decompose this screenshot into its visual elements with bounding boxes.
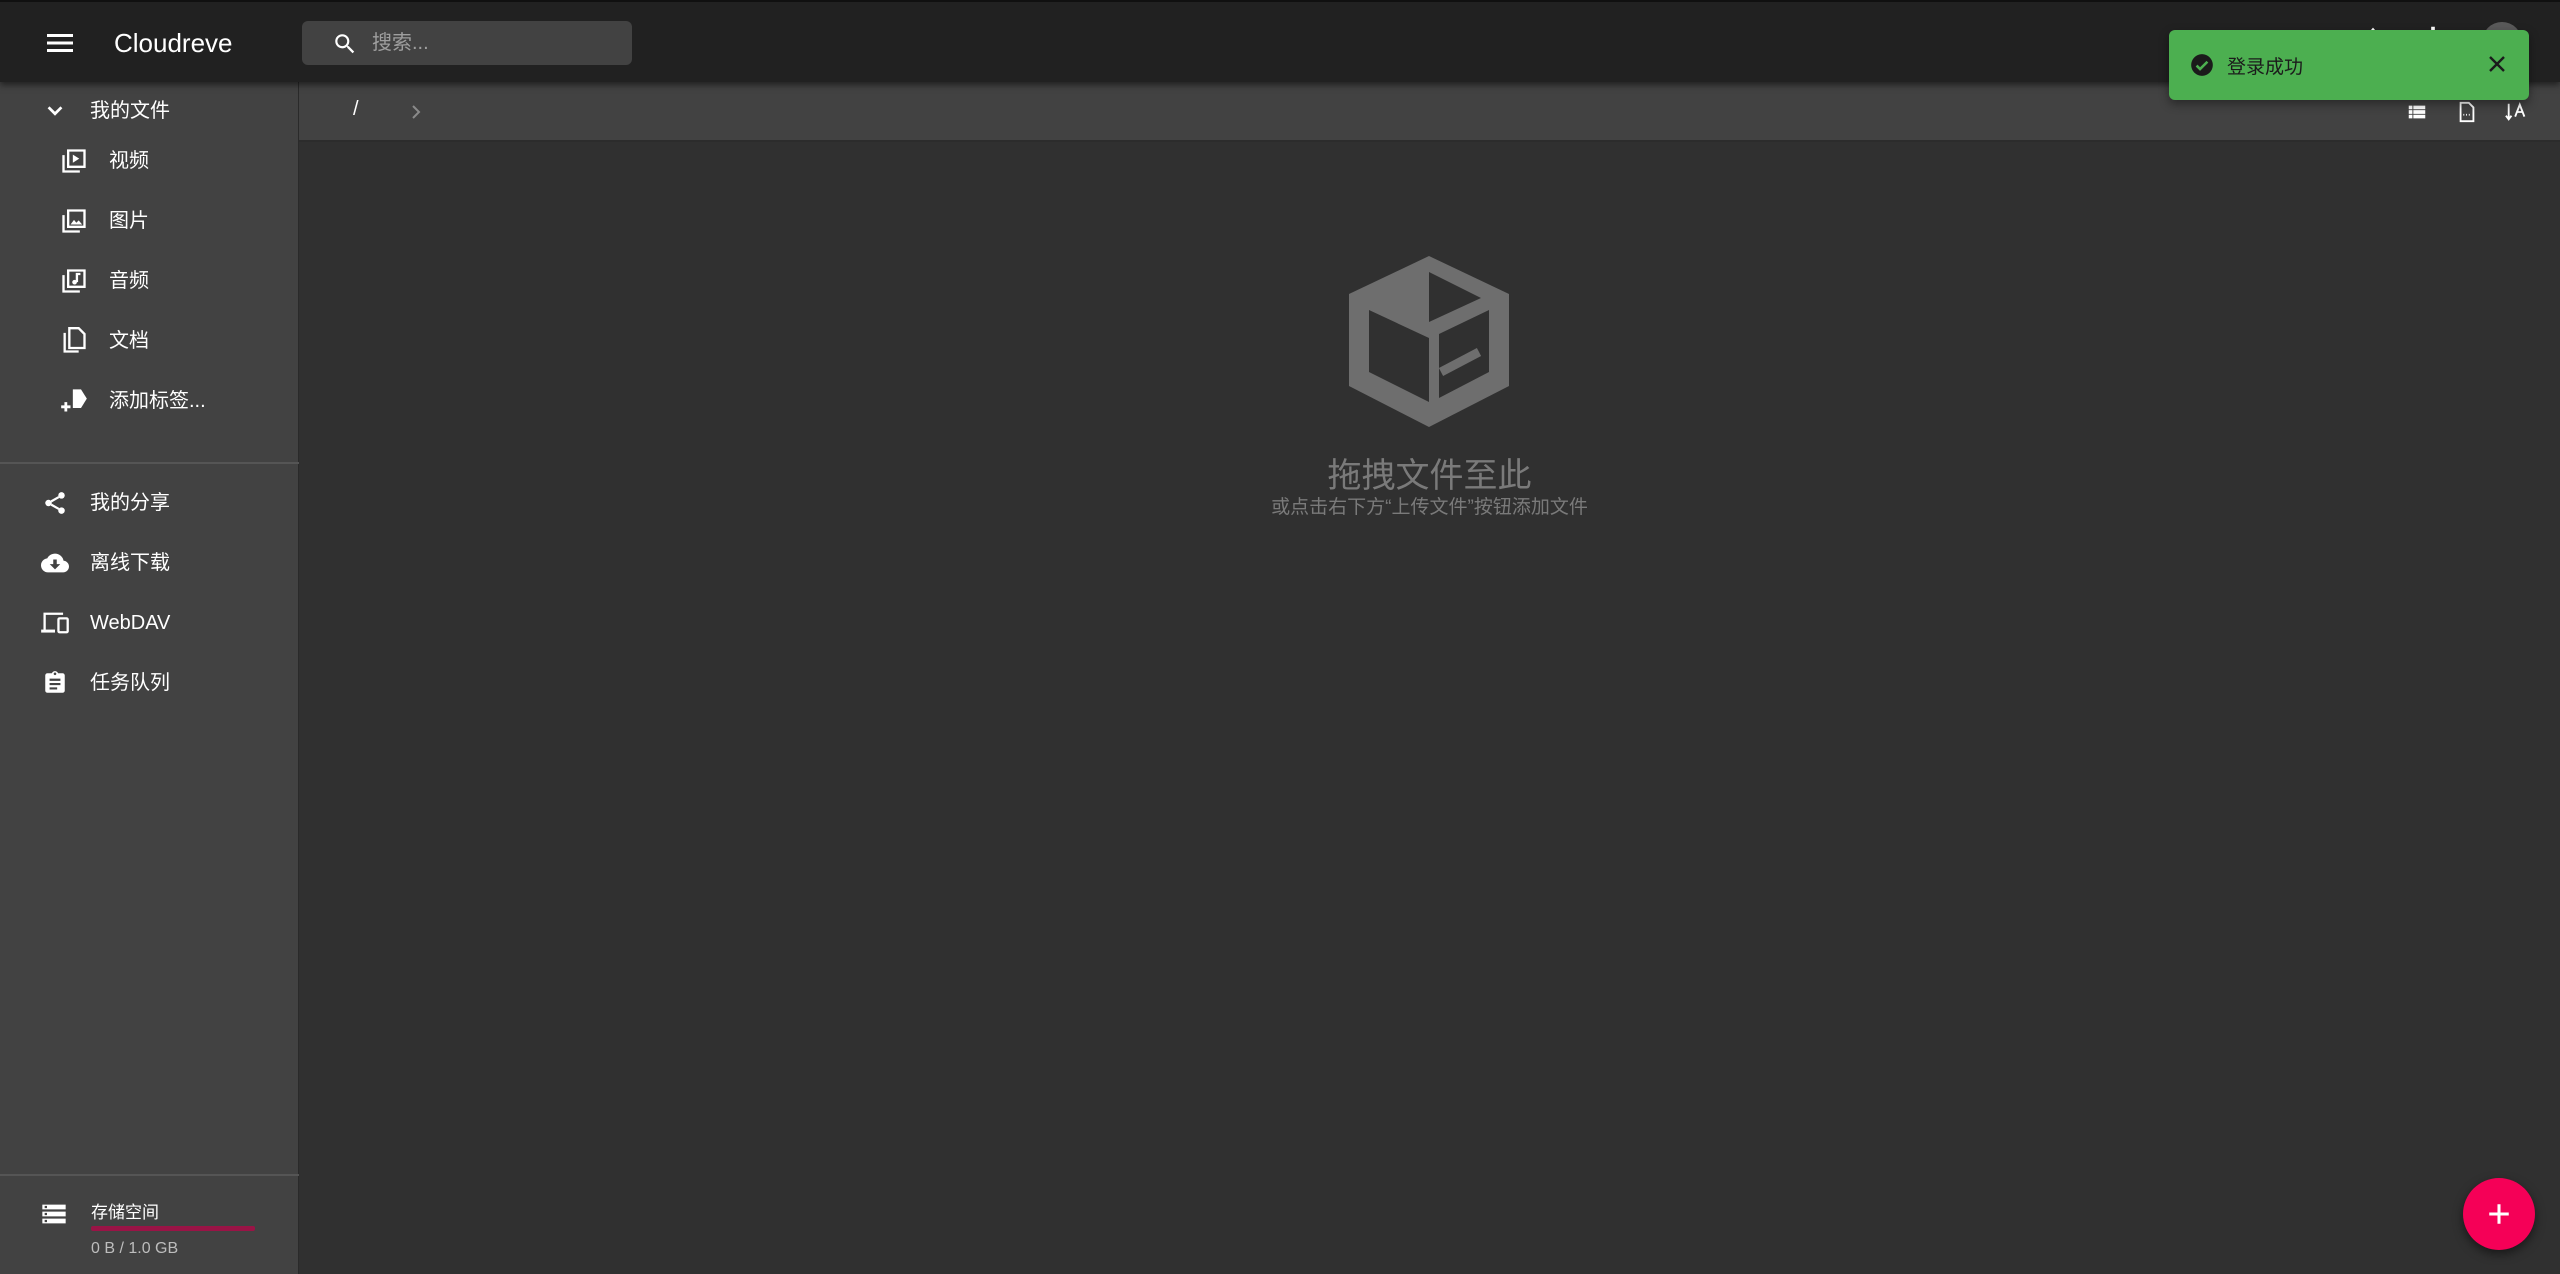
sidebar-item-audio[interactable]: 音频 (0, 252, 299, 310)
sidebar-item-label: WebDAV (90, 612, 171, 634)
add-upload-fab[interactable] (2463, 1178, 2535, 1250)
storage-usage: 0 B / 1.0 GB (91, 1240, 179, 1257)
share-icon (40, 488, 70, 518)
file-details-icon (2459, 101, 2475, 123)
file-info-button[interactable] (2452, 97, 2482, 127)
sidebar-item-documents[interactable]: 文档 (0, 312, 299, 370)
assignment-icon (40, 668, 70, 698)
sidebar-item-label: 视频 (109, 150, 149, 172)
devices-icon (40, 608, 70, 638)
search-input[interactable] (372, 21, 622, 65)
sidebar-item-label: 离线下载 (90, 552, 170, 574)
empty-state-headline: 拖拽文件至此 (1327, 457, 1532, 495)
file-area[interactable]: 拖拽文件至此 或点击右下方“上传文件”按钮添加文件 (299, 142, 2560, 1274)
sidebar-divider (0, 462, 299, 464)
sidebar-item-my-shares[interactable]: 我的分享 (0, 474, 299, 532)
storage-panel[interactable]: 存储空间 0 B / 1.0 GB (0, 1174, 299, 1274)
sort-by-alpha-icon (2505, 102, 2526, 121)
sidebar-item-label: 任务队列 (90, 672, 170, 694)
sidebar-item-label: 文档 (109, 330, 149, 352)
cloud-download-icon (40, 548, 70, 578)
add-tag-icon (59, 386, 89, 416)
search-box[interactable] (302, 21, 632, 65)
list-view-button[interactable] (2402, 97, 2432, 127)
empty-box-icon (1349, 256, 1509, 427)
sidebar-item-label: 我的分享 (90, 492, 170, 514)
sidebar-item-images[interactable]: 图片 (0, 192, 299, 250)
empty-state-hint: 或点击右下方“上传文件”按钮添加文件 (1271, 497, 1588, 518)
sidebar-item-label: 我的文件 (90, 100, 170, 122)
hamburger-menu-icon (47, 34, 73, 52)
storage-icon (42, 1204, 66, 1224)
music-library-icon (59, 266, 89, 296)
sidebar: 我的文件 视频 图片 音频 文档 添加标签... 我的分享 离线下载 WebDA… (0, 82, 299, 1274)
sidebar-item-video[interactable]: 视频 (0, 132, 299, 190)
toast-close-button[interactable] (2483, 50, 2511, 78)
sidebar-item-label: 音频 (109, 270, 149, 292)
toast-message: 登录成功 (2227, 57, 2304, 78)
chevron-right-icon[interactable] (404, 100, 428, 124)
file-copy-icon (59, 326, 89, 356)
sidebar-item-label: 图片 (109, 210, 149, 232)
sidebar-item-task-queue[interactable]: 任务队列 (0, 654, 299, 712)
storage-title: 存储空间 (91, 1203, 159, 1222)
sidebar-item-webdav[interactable]: WebDAV (0, 594, 299, 652)
sidebar-item-label: 添加标签... (109, 390, 206, 412)
photo-library-icon (59, 206, 89, 236)
search-icon (335, 34, 355, 54)
menu-button[interactable] (38, 24, 82, 62)
sort-button[interactable] (2502, 97, 2532, 127)
sidebar-item-add-tag[interactable]: 添加标签... (0, 372, 299, 430)
app-title: Cloudreve (114, 28, 233, 58)
chevron-down-icon (40, 96, 70, 126)
success-toast: 登录成功 (2169, 30, 2529, 100)
sidebar-item-offline-download[interactable]: 离线下载 (0, 534, 299, 592)
close-icon (2489, 56, 2505, 72)
view-list-icon (2408, 105, 2426, 119)
add-icon (2489, 1204, 2509, 1224)
video-library-icon (59, 146, 89, 176)
check-circle-icon (2191, 54, 2213, 76)
breadcrumb-root[interactable]: / (353, 98, 359, 121)
storage-progress-bar (91, 1226, 255, 1231)
